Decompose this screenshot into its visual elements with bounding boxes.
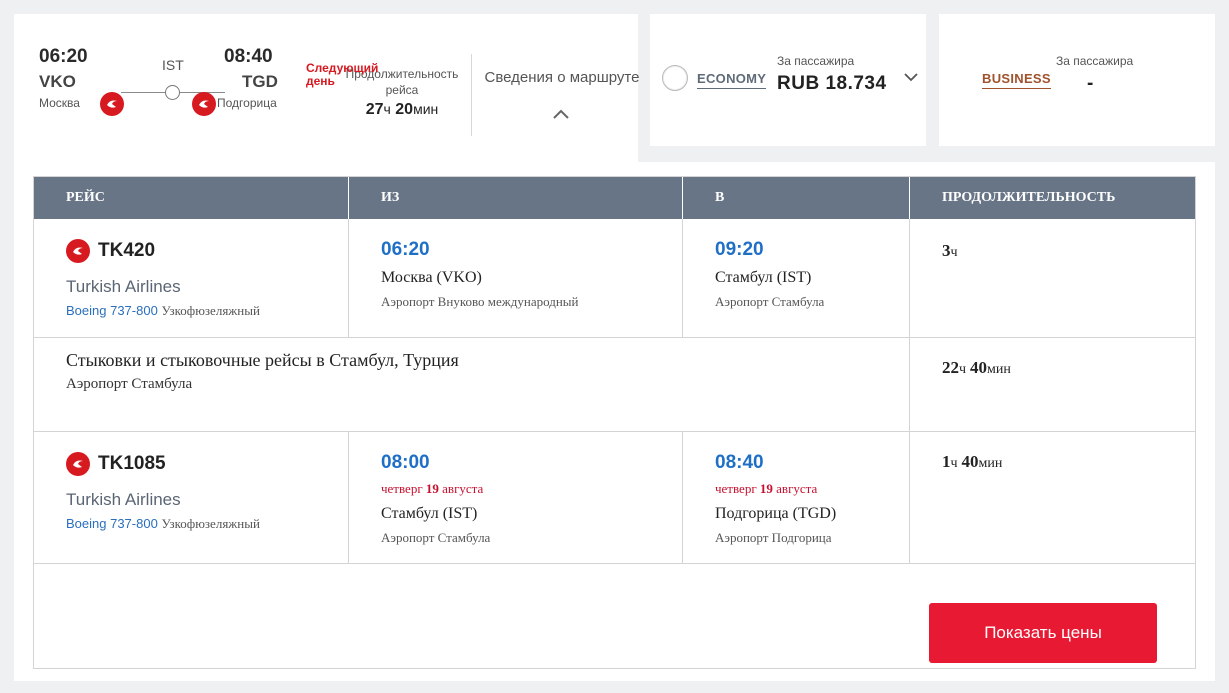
flight-cell: TK1085 Turkish Airlines Boeing 737-800 У… — [34, 432, 348, 563]
connection-title: Стыковки и стыковочные рейсы в Стамбул, … — [66, 350, 459, 370]
stop-dot — [165, 85, 180, 100]
segments-table: РЕЙС ИЗ В ПРОДОЛЖИТЕЛЬНОСТЬ TK420 Turkis… — [33, 176, 1196, 669]
business-per-passenger: За пассажира — [1056, 54, 1134, 68]
economy-radio-icon[interactable] — [662, 65, 688, 91]
connection-row: Стыковки и стыковочные рейсы в Стамбул, … — [34, 338, 1195, 432]
departure-airport: Аэропорт Внуково международный — [381, 294, 579, 309]
summary-divider — [471, 54, 472, 136]
header-flight: РЕЙС — [66, 190, 105, 205]
turkish-airlines-logo-icon — [192, 92, 216, 116]
departure-date: четверг 19 августа — [381, 481, 484, 496]
flight-number: TK1085 — [98, 453, 166, 474]
segment-duration: 3ч — [942, 241, 958, 260]
from-cell: 08:00 четверг 19 августа Стамбул (IST) А… — [348, 432, 682, 563]
to-cell: 09:20 Стамбул (IST) Аэропорт Стамбула — [682, 219, 909, 337]
chevron-up-icon[interactable] — [551, 106, 571, 122]
summary-stop-code: IST — [162, 57, 184, 73]
segment-duration: 1ч 40мин — [942, 452, 1003, 471]
aircraft-info: Boeing 737-800 Узкофюзеляжный — [66, 303, 260, 319]
departure-time: 08:00 — [381, 452, 430, 473]
aircraft-model-link[interactable]: Boeing 737-800 — [66, 516, 158, 531]
route-details-toggle[interactable]: Сведения о маршруте — [480, 69, 644, 86]
summary-arrive-time: 08:40 — [224, 46, 273, 67]
from-cell: 06:20 Москва (VKO) Аэропорт Внуково межд… — [348, 219, 682, 337]
aircraft-info: Boeing 737-800 Узкофюзеляжный — [66, 516, 260, 532]
turkish-airlines-logo-icon — [66, 452, 90, 476]
economy-fare-card[interactable]: ECONOMY За пассажира RUB 18.734 — [650, 14, 926, 146]
summary-arrive-city: Подгорица — [217, 96, 277, 110]
airline-name: Turkish Airlines — [66, 277, 181, 296]
arrival-airport: Аэропорт Стамбула — [715, 294, 825, 309]
arrival-date: четверг 19 августа — [715, 481, 818, 496]
departure-city: Москва (VKO) — [381, 269, 482, 286]
flight-number: TK420 — [98, 240, 156, 261]
summary-depart-city: Москва — [39, 96, 80, 110]
arrival-city: Подгорица (TGD) — [715, 505, 837, 522]
summary-depart-code: VKO — [39, 72, 76, 91]
show-prices-button[interactable]: Показать цены — [929, 603, 1157, 663]
departure-time: 06:20 — [381, 239, 430, 260]
header-to: В — [682, 177, 909, 219]
flight-summary-card: 06:20 VKO Москва IST 08:40 TGD Подгорица… — [14, 14, 639, 174]
economy-per-passenger: За пассажира — [777, 54, 855, 68]
header-duration: ПРОДОЛЖИТЕЛЬНОСТЬ — [909, 177, 1195, 219]
connection-duration-cell: 22ч 40мин — [909, 338, 1195, 431]
arrival-time: 08:40 — [715, 452, 764, 473]
arrival-city: Стамбул (IST) — [715, 269, 812, 286]
summary-depart-time: 06:20 — [39, 46, 88, 67]
chevron-down-icon[interactable] — [903, 70, 919, 84]
turkish-airlines-logo-icon — [66, 239, 90, 263]
arrival-time: 09:20 — [715, 239, 764, 260]
summary-arrive-code: TGD — [242, 72, 278, 91]
departure-airport: Аэропорт Стамбула — [381, 530, 491, 545]
table-row: TK1085 Turkish Airlines Boeing 737-800 У… — [34, 432, 1195, 564]
airline-name: Turkish Airlines — [66, 490, 181, 509]
table-row: TK420 Turkish Airlines Boeing 737-800 Уз… — [34, 219, 1195, 338]
connection-airport: Аэропорт Стамбула — [66, 376, 193, 392]
business-class-name: BUSINESS — [982, 71, 1051, 89]
aircraft-type: Узкофюзеляжный — [161, 303, 260, 318]
economy-class-name: ECONOMY — [697, 71, 767, 89]
flight-cell: TK420 Turkish Airlines Boeing 737-800 Уз… — [34, 219, 348, 337]
table-header: РЕЙС ИЗ В ПРОДОЛЖИТЕЛЬНОСТЬ — [34, 177, 1195, 219]
layover-duration: 22ч 40мин — [942, 358, 1011, 377]
business-fare-card[interactable]: BUSINESS За пассажира - — [939, 14, 1215, 146]
turkish-airlines-logo-icon — [100, 92, 124, 116]
aircraft-type: Узкофюзеляжный — [161, 516, 260, 531]
aircraft-model-link[interactable]: Boeing 737-800 — [66, 303, 158, 318]
business-price: - — [1087, 73, 1094, 94]
duration-cell: 3ч — [909, 219, 1195, 337]
to-cell: 08:40 четверг 19 августа Подгорица (TGD)… — [682, 432, 909, 563]
total-duration: 27ч 20мин — [365, 101, 439, 118]
route-details-panel: РЕЙС ИЗ В ПРОДОЛЖИТЕЛЬНОСТЬ TK420 Turkis… — [14, 162, 1215, 681]
duration-cell: 1ч 40мин — [909, 432, 1195, 563]
departure-city: Стамбул (IST) — [381, 505, 478, 522]
connection-info-cell: Стыковки и стыковочные рейсы в Стамбул, … — [34, 338, 909, 431]
header-from: ИЗ — [348, 177, 682, 219]
economy-price: RUB 18.734 — [777, 73, 887, 94]
arrival-airport: Аэропорт Подгорица — [715, 530, 832, 545]
next-day-warning: Следующий день — [306, 61, 379, 88]
